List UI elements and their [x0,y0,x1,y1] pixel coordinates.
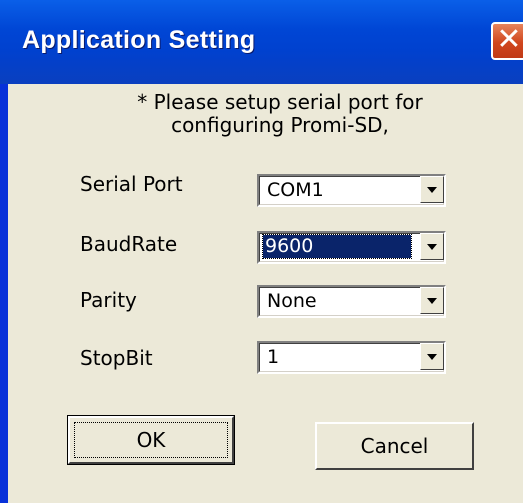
stopbit-label: StopBit [80,346,153,370]
chevron-down-icon[interactable] [420,176,444,203]
ok-button[interactable]: OK [67,415,235,465]
cancel-button-label: Cancel [360,434,429,458]
title-bar[interactable]: Application Setting ✕ [0,0,523,84]
chevron-down-icon[interactable] [420,343,444,370]
baudrate-select[interactable]: 9600 [257,231,446,264]
chevron-down-icon[interactable] [420,287,444,314]
stopbit-select[interactable]: 1 [257,341,446,374]
serial-port-label: Serial Port [80,172,183,196]
baudrate-label: BaudRate [80,232,178,256]
stopbit-value: 1 [267,346,280,368]
dialog-window: Application Setting ✕ * Please setup ser… [0,0,523,503]
serial-port-value: COM1 [267,179,324,201]
serial-port-select[interactable]: COM1 [257,174,446,207]
ok-button-label: OK [136,428,166,452]
baudrate-value: 9600 [262,234,412,259]
close-button[interactable]: ✕ [491,22,523,60]
chevron-down-icon[interactable] [420,233,444,260]
instruction-line-2: configuring Promi-SD, [171,113,389,137]
instruction-text: * Please setup serial port for configuri… [95,91,465,137]
parity-value: None [267,290,317,312]
cancel-button[interactable]: Cancel [315,422,474,470]
window-title: Application Setting [22,26,256,54]
parity-label: Parity [80,288,137,312]
close-icon: ✕ [496,22,522,57]
instruction-line-1: * Please setup serial port for [137,90,423,114]
parity-select[interactable]: None [257,285,446,318]
